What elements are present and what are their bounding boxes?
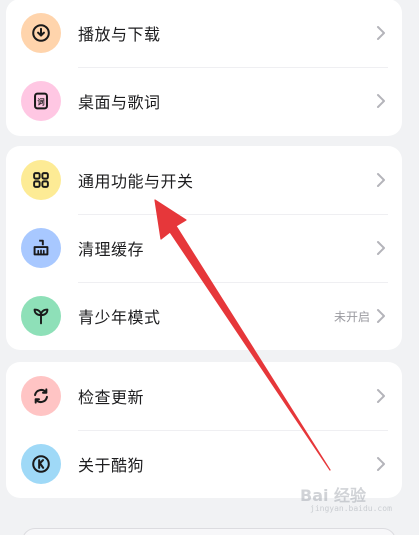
chevron-right-icon <box>375 172 387 188</box>
grid-icon <box>21 160 61 200</box>
settings-page: 播放与下载 词 桌面与歌词 通用功能与开关 清理缓存 青少年模式 未开启 检查更… <box>0 0 419 535</box>
sprout-icon <box>21 296 61 336</box>
setting-label: 通用功能与开关 <box>78 172 194 191</box>
setting-label: 检查更新 <box>78 388 145 407</box>
chevron-right-icon <box>375 93 387 109</box>
kugou-logo-icon <box>21 444 61 484</box>
chevron-right-icon <box>375 240 387 256</box>
bottom-button[interactable] <box>22 528 396 535</box>
setting-label: 桌面与歌词 <box>78 93 161 112</box>
setting-playback-download[interactable]: 播放与下载 <box>6 0 402 67</box>
download-icon <box>21 13 61 53</box>
chevron-right-icon <box>375 25 387 41</box>
svg-text:词: 词 <box>37 97 44 106</box>
chevron-right-icon <box>375 308 387 324</box>
settings-group-about: 检查更新 关于酷狗 <box>6 362 402 498</box>
settings-group-general: 通用功能与开关 清理缓存 青少年模式 未开启 <box>6 146 402 350</box>
broom-icon <box>21 228 61 268</box>
setting-label: 播放与下载 <box>78 25 161 44</box>
teen-mode-status: 未开启 <box>333 309 370 324</box>
lyrics-icon: 词 <box>21 81 61 121</box>
setting-label: 关于酷狗 <box>78 456 145 475</box>
watermark-sub: jingyan.baidu.com <box>310 504 392 513</box>
setting-desktop-lyrics[interactable]: 词 桌面与歌词 <box>6 67 402 135</box>
setting-check-update[interactable]: 检查更新 <box>6 362 402 430</box>
setting-clear-cache[interactable]: 清理缓存 <box>6 214 402 282</box>
setting-label: 清理缓存 <box>78 240 145 259</box>
setting-teen-mode[interactable]: 青少年模式 未开启 <box>6 282 402 350</box>
chevron-right-icon <box>375 456 387 472</box>
settings-group-media: 播放与下载 词 桌面与歌词 <box>6 0 402 136</box>
setting-about-kugou[interactable]: 关于酷狗 <box>6 430 402 498</box>
setting-label: 青少年模式 <box>78 308 161 327</box>
chevron-right-icon <box>375 388 387 404</box>
refresh-icon <box>21 376 61 416</box>
setting-general-switches[interactable]: 通用功能与开关 <box>6 146 402 214</box>
